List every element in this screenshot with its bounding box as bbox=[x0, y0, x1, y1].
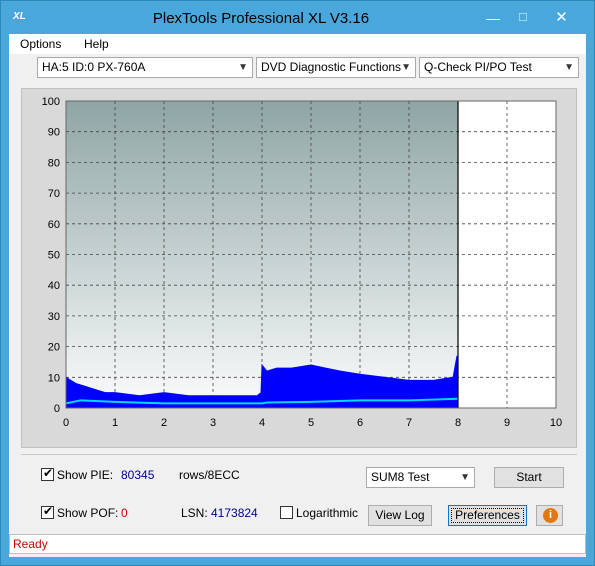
menu-options[interactable]: Options bbox=[20, 37, 61, 51]
x-tick-label: 1 bbox=[112, 417, 118, 429]
y-tick-label: 30 bbox=[48, 311, 60, 323]
chevron-down-icon: ▼ bbox=[401, 62, 411, 73]
show-pof-checkbox[interactable]: ✔ bbox=[41, 504, 54, 519]
function-select[interactable]: DVD Diagnostic Functions ▼ bbox=[256, 57, 416, 78]
app-window: XL PlexTools Professional XL V3.16 — ☐ ✕… bbox=[0, 0, 595, 566]
y-tick-label: 20 bbox=[48, 342, 60, 354]
x-tick-label: 3 bbox=[210, 417, 216, 429]
view-log-button[interactable]: View Log bbox=[368, 505, 432, 526]
show-pie-checkbox[interactable]: ✔ bbox=[41, 466, 54, 481]
chevron-down-icon: ▼ bbox=[564, 62, 574, 73]
status-bar: Ready bbox=[9, 534, 586, 554]
show-pof-label: Show POF: bbox=[57, 506, 119, 520]
chart-panel: 0 10 20 30 40 50 60 70 80 90 100 0 1 2 3 4 5 6 7 8 9 10 bbox=[21, 88, 577, 448]
chevron-down-icon: ▼ bbox=[460, 472, 470, 483]
info-button[interactable]: i bbox=[536, 505, 563, 526]
x-tick-label: 0 bbox=[63, 417, 69, 429]
close-button[interactable]: ✕ bbox=[539, 9, 584, 29]
maximize-button[interactable]: ☐ bbox=[509, 9, 537, 29]
start-button[interactable]: Start bbox=[494, 467, 564, 488]
function-select-value: DVD Diagnostic Functions bbox=[261, 60, 402, 74]
y-tick-label: 80 bbox=[48, 157, 60, 169]
logarithmic-label: Logarithmic bbox=[296, 506, 359, 520]
x-tick-label: 7 bbox=[406, 417, 412, 429]
test-select[interactable]: Q-Check PI/PO Test ▼ bbox=[419, 57, 579, 78]
y-tick-label: 70 bbox=[48, 188, 60, 200]
pipo-chart: 0 10 20 30 40 50 60 70 80 90 100 0 1 2 3 4 5 6 7 8 9 10 bbox=[42, 96, 562, 429]
info-icon: i bbox=[543, 508, 558, 523]
show-pie-label: Show PIE: bbox=[57, 468, 114, 482]
controls-panel: ✔ Show PIE: 80345 rows/8ECC SUM8 Test ▼ … bbox=[21, 454, 577, 527]
y-tick-label: 40 bbox=[48, 280, 60, 292]
lsn-label: LSN: bbox=[181, 506, 208, 520]
x-tick-label: 9 bbox=[504, 417, 510, 429]
title-bar[interactable]: XL PlexTools Professional XL V3.16 — ☐ ✕ bbox=[1, 1, 594, 34]
drive-select[interactable]: HA:5 ID:0 PX-760A ▼ bbox=[37, 57, 253, 78]
checkmark-icon: ✔ bbox=[43, 504, 54, 518]
pof-value: 0 bbox=[121, 506, 128, 520]
x-tick-label: 10 bbox=[550, 417, 562, 429]
minimize-button[interactable]: — bbox=[479, 9, 507, 29]
checkmark-icon: ✔ bbox=[43, 466, 54, 480]
logarithmic-checkbox[interactable] bbox=[280, 506, 293, 519]
x-tick-label: 5 bbox=[308, 417, 314, 429]
y-tick-label: 90 bbox=[48, 127, 60, 139]
x-tick-label: 2 bbox=[161, 417, 167, 429]
menu-bar: Options Help bbox=[9, 34, 586, 54]
window-title: PlexTools Professional XL V3.16 bbox=[152, 10, 370, 27]
preferences-button[interactable]: Preferences bbox=[448, 505, 527, 526]
x-tick-label: 6 bbox=[357, 417, 363, 429]
lsn-value: 4173824 bbox=[211, 506, 258, 520]
sum-test-select[interactable]: SUM8 Test ▼ bbox=[366, 467, 475, 488]
sum-test-value: SUM8 Test bbox=[371, 470, 430, 484]
x-tick-label: 4 bbox=[259, 417, 265, 429]
y-tick-label: 10 bbox=[48, 372, 60, 384]
y-tick-label: 50 bbox=[48, 250, 60, 262]
chevron-down-icon: ▼ bbox=[238, 62, 248, 73]
drive-select-value: HA:5 ID:0 PX-760A bbox=[42, 60, 146, 74]
rows-label: rows/8ECC bbox=[179, 468, 240, 482]
x-tick-label: 8 bbox=[455, 417, 461, 429]
y-tick-label: 0 bbox=[54, 403, 60, 415]
status-text: Ready bbox=[13, 537, 48, 551]
y-tick-label: 60 bbox=[48, 219, 60, 231]
menu-help[interactable]: Help bbox=[84, 37, 109, 51]
y-tick-label: 100 bbox=[42, 96, 60, 108]
pie-value: 80345 bbox=[121, 468, 155, 482]
client-area: Options Help HA:5 ID:0 PX-760A ▼ DVD Dia… bbox=[9, 34, 586, 557]
test-select-value: Q-Check PI/PO Test bbox=[424, 60, 532, 74]
